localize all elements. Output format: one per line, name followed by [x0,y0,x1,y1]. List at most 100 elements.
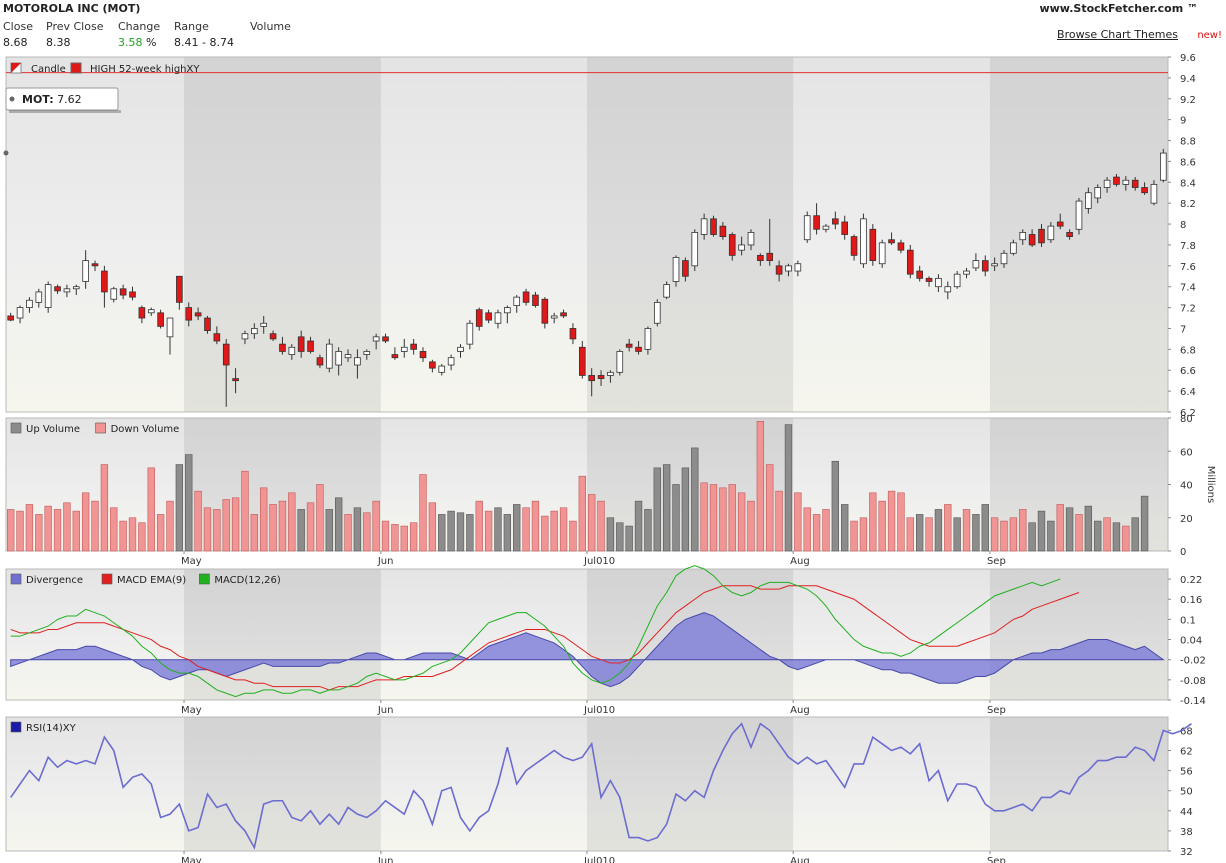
candle [935,277,942,288]
volume-bar [250,514,259,552]
volume-bar [185,454,193,552]
candle [738,244,745,251]
volume-bar [925,517,933,552]
range-value: 8.41 - 8.74 [174,36,234,49]
volume-bar [700,482,708,552]
y-tick-label: 0.1 [1180,615,1196,626]
panel-4-x-axis: May Jun Jul010 Aug Sep [181,851,1006,863]
volume-bar [906,517,914,552]
volume-bar [625,525,633,552]
volume-bar [1056,504,1064,552]
y-tick-label: 7 [1180,324,1186,335]
legend-swatch [10,721,22,733]
candle [663,284,670,298]
tooltip-shadow [9,110,121,113]
volume-bar [316,484,324,552]
volume-bar [353,507,362,552]
volume-bar [803,507,811,552]
month-shade [184,717,381,851]
y-tick-label: 0.04 [1180,636,1202,647]
y-tick-label: 38 [1180,827,1193,838]
candle [785,265,792,272]
candle [719,225,727,237]
volume-bar [306,502,315,552]
candle [391,354,399,359]
y-tick-label: 7.4 [1180,283,1196,294]
volume-bar [1103,517,1111,552]
candle [129,291,136,298]
prev-close-label: Prev Close [46,20,104,33]
y-tick-label: 9.6 [1180,54,1196,64]
volume-bar [1140,495,1149,552]
volume-bar [409,522,418,552]
tooltip-symbol: MOT: [22,93,54,106]
candle [110,288,118,300]
volume-bar [953,517,961,552]
candle [166,317,174,338]
candle [363,351,371,355]
volume-bar [915,514,924,552]
candle [419,351,427,359]
y-tick-label: 6.4 [1180,387,1196,398]
volume-bar [213,509,221,552]
volume-bar [344,514,352,552]
volume-bar [522,507,530,552]
volume-bar [100,464,109,552]
y-tick-label: 40 [1180,481,1193,492]
y-tick-label: 8 [1180,220,1186,231]
volume-bar [531,500,540,552]
legend-swatch [199,573,210,585]
candle [288,346,296,355]
volume-bar [391,524,399,552]
volume-bar [203,507,212,552]
volume-bar [644,509,652,552]
volume-bar [812,514,821,552]
candle [991,263,998,267]
panel-3-y-axis: 0.22 0.16 0.1 0.04 -0.02 -0.08 -0.14 [1168,575,1206,707]
candle [906,249,914,275]
candle [682,260,689,277]
browse-chart-themes-link[interactable]: Browse Chart Themes [1057,28,1178,41]
candle [307,340,314,352]
candle [1085,192,1092,209]
candle [766,252,774,262]
volume-bar [550,510,558,552]
candle [475,309,483,327]
month-shade [587,717,794,851]
candle [91,263,99,267]
candle [316,357,324,366]
volume-bar [822,509,830,552]
volume-bar [719,487,727,552]
volume-bar [1000,520,1008,552]
candle [653,301,661,324]
candle [1141,187,1148,194]
volume-bar [147,467,155,552]
volume-bar [897,492,905,552]
y-tick-label: 9.2 [1180,95,1196,106]
candle [54,286,61,292]
legend-label: Up Volume [26,424,80,435]
volume-bar [44,505,52,552]
panel-3-frame [5,568,1169,701]
x-tick-label: May [181,705,202,716]
volume-bar [981,504,989,552]
y-tick-label: 6.6 [1180,366,1196,377]
legend-label: Down Volume [111,424,180,435]
tooltip-text: MOT: 7.62 [22,93,82,106]
volume-bar [128,517,137,552]
candle [269,333,277,340]
candle [813,215,820,230]
panel-3-legend: Divergence MACD EMA(9) MACD(12,26) [10,573,281,586]
volume-bar [990,517,999,552]
panel-4-frame [5,716,1169,852]
x-tick-label: Jun [377,856,394,863]
candle [616,351,624,373]
y-tick-label: 80 [1180,414,1193,425]
candle [119,288,127,296]
candle [728,234,736,256]
candle [588,375,595,382]
volume-bar [962,509,971,552]
volume-bar [231,497,240,552]
volume-bar [859,517,868,552]
volume-bar [63,502,71,552]
